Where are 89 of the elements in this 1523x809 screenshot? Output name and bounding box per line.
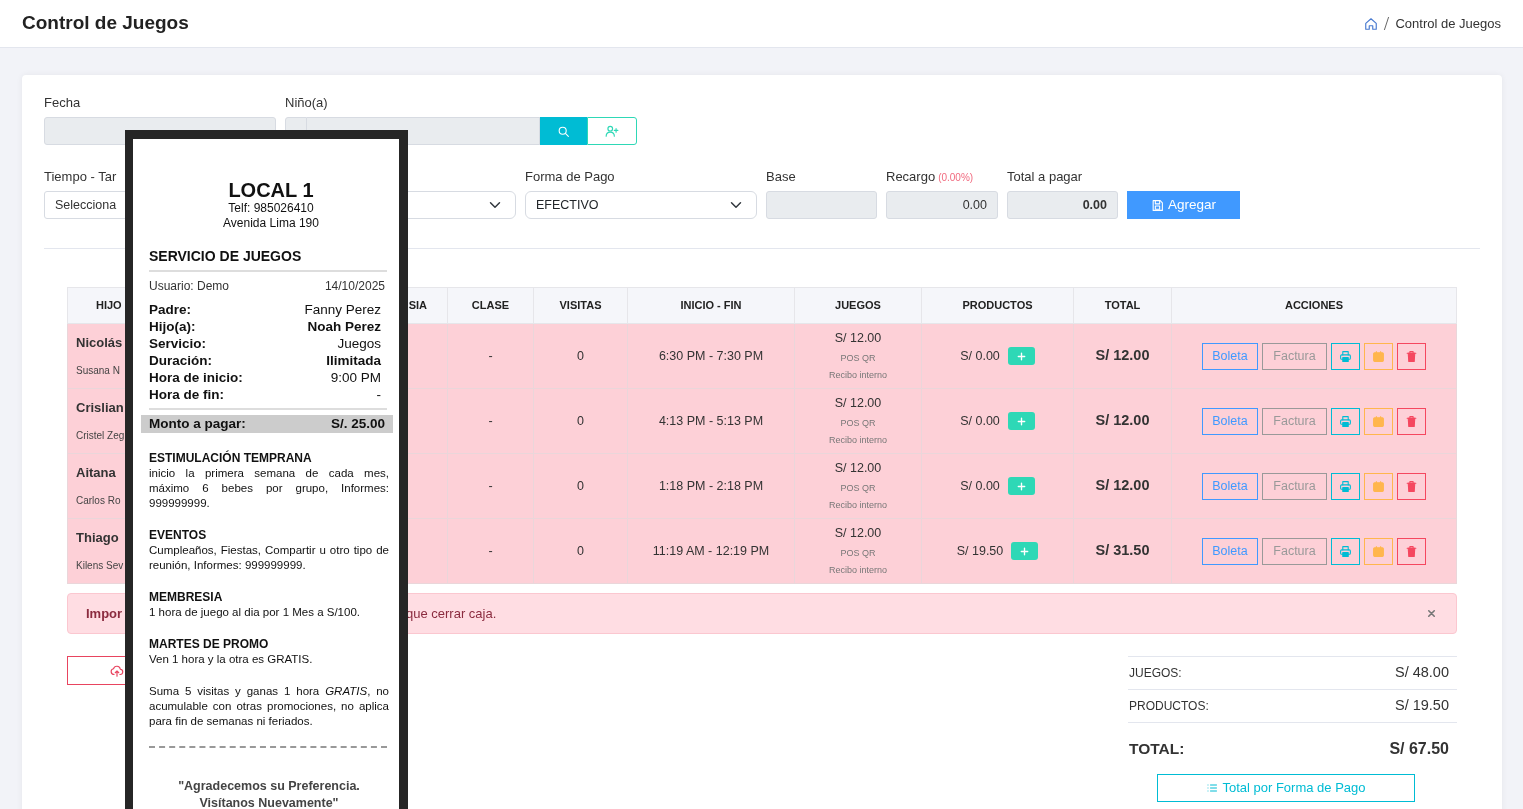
row-total: S/ 12.00 — [1073, 453, 1172, 519]
table-cell: 11:19 AM - 12:19 PM — [627, 518, 795, 584]
field-label: Fecha — [44, 95, 81, 110]
store-name: LOCAL 1 — [227, 179, 315, 201]
summary-label: TOTAL: — [1129, 738, 1185, 759]
parent-name: Susana N — [76, 364, 120, 376]
receipt-field-value: Juegos — [337, 335, 381, 352]
receipt-field-label: Servicio: — [149, 335, 207, 352]
payment-method: POS QR — [839, 416, 877, 430]
promo-title: MARTES DE PROMO — [149, 637, 270, 652]
table-cell: 6:30 PM - 7:30 PM — [627, 323, 795, 389]
table-cell: - — [447, 323, 534, 389]
receipt-field-value: - — [376, 386, 381, 403]
payment-method: POS QR — [839, 481, 877, 495]
summary-value: S/ 67.50 — [1389, 738, 1449, 759]
field-label: Base — [766, 169, 796, 184]
table-cell: 1:18 PM - 2:18 PM — [627, 453, 795, 519]
promo-title: EVENTOS — [149, 528, 208, 543]
child-name: Nicolás — [76, 334, 123, 350]
table-cell: - — [447, 388, 534, 454]
store-address: Avenida Lima 190 — [222, 216, 320, 231]
games-amount: S/ 12.00 — [833, 395, 883, 413]
row-total: S/ 12.00 — [1073, 388, 1172, 454]
column-header: JUEGOS — [794, 287, 922, 324]
promo-text: inicio la primera semana de cada mes, máximo 6 bebes por grupo, Informes: 999999999. — [149, 466, 389, 511]
products-amount: S/ 0.00 — [960, 412, 1000, 430]
promo-text: Suma 5 visitas y ganas 1 hora GRATIS, no acumulable con otras promociones, no aplica para fin de semanas ni feriados. — [149, 684, 389, 729]
table-cell: - — [447, 518, 534, 584]
table-cell: 0 — [533, 518, 628, 584]
games-amount: S/ 12.00 — [833, 525, 883, 543]
column-header: PRODUCTOS — [921, 287, 1074, 324]
summary-label: JUEGOS: — [1129, 665, 1182, 682]
promo-text: Cumpleaños, Fiestas, Compartir u otro tipo de reunión, Informes: 999999999. — [149, 543, 389, 573]
summary-label: PRODUCTOS: — [1129, 698, 1209, 715]
amount-value: S/. 25.00 — [330, 415, 385, 433]
payment-method: POS QR — [839, 546, 877, 560]
receipt-type: Recibo interno — [827, 369, 888, 383]
column-header: TOTAL — [1073, 287, 1172, 324]
amount-label: Monto a pagar: — [149, 415, 246, 433]
row-total: S/ 12.00 — [1073, 323, 1172, 389]
receipt-type: Recibo interno — [827, 434, 888, 448]
promo-title: ESTIMULACIÓN TEMPRANA — [149, 451, 313, 466]
table-cell: 0 — [533, 388, 628, 454]
alert-text: Impor — [86, 605, 123, 621]
field-label: Total a pagar — [1007, 169, 1083, 184]
receipt-field-value: Ilimitada — [326, 352, 381, 369]
child-name: Thiago — [76, 529, 119, 545]
receipt-type: Recibo interno — [827, 564, 888, 578]
summary-value: S/ 48.00 — [1395, 663, 1449, 683]
column-header: ACCIONES — [1171, 287, 1457, 324]
column-header: VISITAS — [533, 287, 628, 324]
promo-title: MEMBRESIA — [149, 590, 224, 605]
field-label: Recargo — [886, 169, 936, 184]
row-total: S/ 31.50 — [1073, 518, 1172, 584]
summary-value: S/ 19.50 — [1395, 696, 1449, 716]
table-cell: 4:13 PM - 5:13 PM — [627, 388, 795, 454]
receipt-field-label: Hora de inicio: — [149, 369, 243, 386]
games-amount: S/ 12.00 — [833, 460, 883, 478]
receipt-type: Recibo interno — [827, 499, 888, 513]
products-amount: S/ 0.00 — [960, 477, 1000, 495]
table-cell: 0 — [533, 323, 628, 389]
child-name: Aitana — [76, 464, 116, 480]
receipt-field-label: Hora de fin: — [149, 386, 224, 403]
thanks-message: "Agradecemos su Preferencia. Visítanos Nuevamente" — [177, 778, 361, 809]
field-label: Niño(a) — [285, 95, 328, 110]
store-phone: Telf: 985026410 — [227, 201, 315, 216]
table-cell: 0 — [533, 453, 628, 519]
parent-name: Carlos Ro — [76, 494, 121, 506]
surcharge-percent: (0.00%) — [938, 172, 974, 183]
receipt-field-label: Padre: — [149, 301, 192, 318]
promo-text: Ven 1 hora y la otra es GRATIS. — [149, 652, 314, 667]
column-header: INICIO - FIN — [627, 287, 795, 324]
field-label: Tiempo - Tar — [44, 169, 117, 184]
parent-name: Cristel Zeg — [76, 429, 125, 441]
games-amount: S/ 12.00 — [833, 330, 883, 348]
child-name: Crislian — [76, 399, 124, 415]
column-header: CLASE — [447, 287, 534, 324]
promo-text: 1 hora de juego al dia por 1 Mes a S/100. — [149, 605, 361, 620]
products-amount: S/ 0.00 — [960, 347, 1000, 365]
table-cell: - — [447, 453, 534, 519]
receipt-field-value: 9:00 PM — [330, 369, 381, 386]
products-amount: S/ 19.50 — [956, 542, 1004, 560]
receipt-section-title: SERVICIO DE JUEGOS — [149, 246, 387, 272]
payment-method: POS QR — [839, 351, 877, 365]
field-label: Forma de Pago — [525, 169, 615, 184]
breadcrumb-item: Control de Juegos — [1395, 14, 1501, 33]
receipt-field-label: Duración: — [149, 352, 212, 369]
page-title: Control de Juegos — [22, 12, 189, 35]
parent-name: Kilens Sev — [76, 559, 124, 571]
